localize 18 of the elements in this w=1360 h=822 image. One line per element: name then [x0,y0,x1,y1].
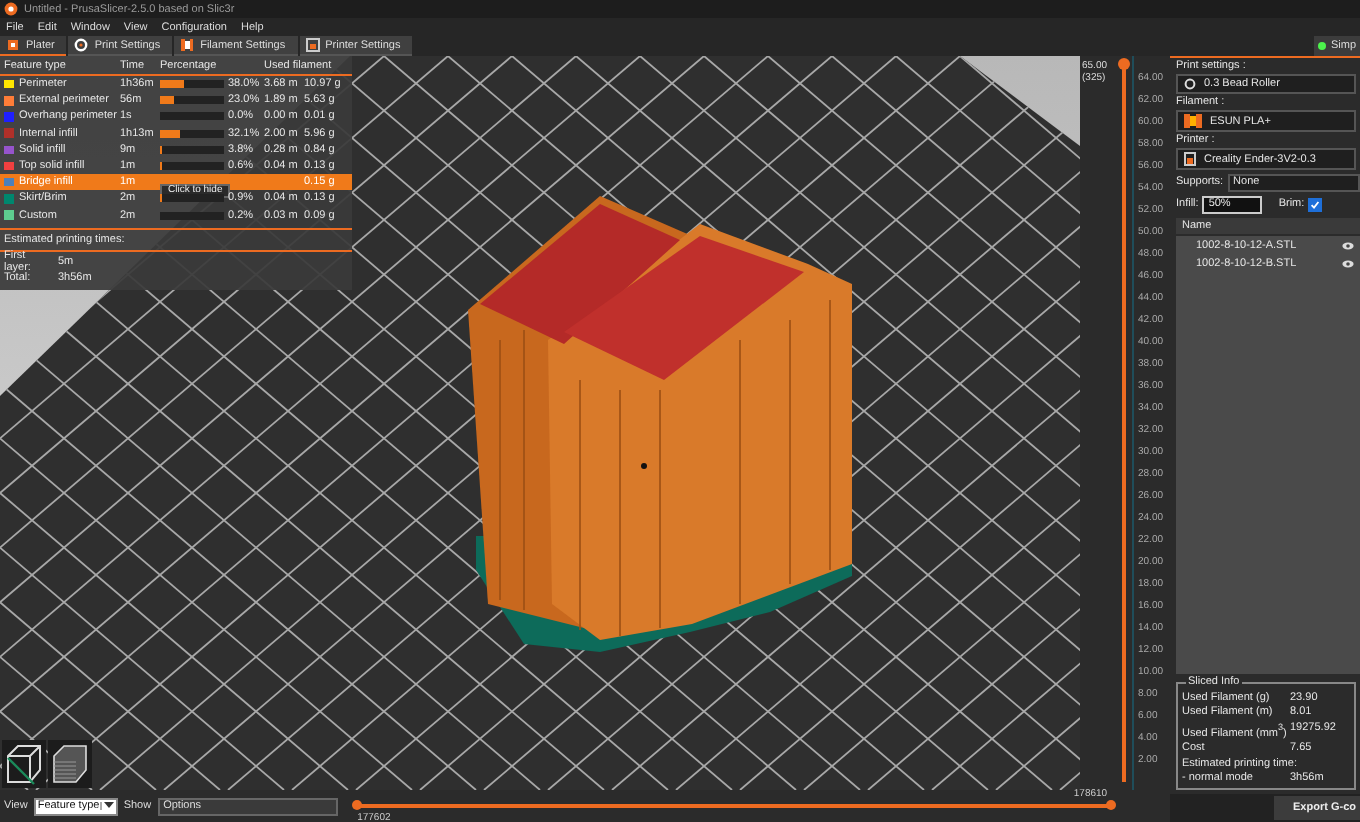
brim-checkbox[interactable] [1308,197,1323,211]
percentage-track [160,112,224,121]
slider-handle[interactable] [351,800,362,810]
plater-icon [6,38,20,52]
eye-icon[interactable] [1342,259,1354,267]
printer-icon [1184,152,1196,166]
slider-handle[interactable] [1105,800,1116,810]
gear-icon [1184,78,1196,90]
slider-handle[interactable] [1118,58,1130,70]
app-logo-icon [4,2,18,16]
gear-icon [74,38,89,52]
caret-icon [99,802,114,810]
spool-icon [180,38,195,52]
layers-icon[interactable] [48,740,92,788]
cube-icon[interactable] [2,740,46,788]
printer-icon [305,38,320,52]
eye-icon[interactable] [1342,241,1354,249]
spool-icon [1184,114,1202,128]
